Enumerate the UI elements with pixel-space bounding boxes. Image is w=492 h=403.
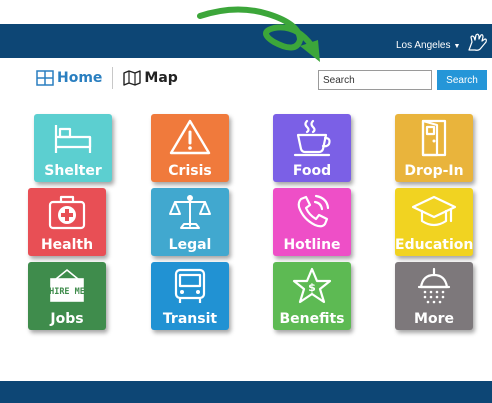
warning-icon [169,119,211,155]
map-icon [123,70,142,86]
graduation-cap-icon [411,195,457,227]
grid-icon [36,70,54,86]
tile-benefits[interactable]: $ Benefits [273,262,351,330]
tile-jobs[interactable]: HIRE ME Jobs [28,262,106,330]
tile-label: Benefits [279,311,345,327]
tile-more[interactable]: More [395,262,473,330]
star-dollar-icon: $ [292,267,332,304]
phone-icon [297,194,330,228]
hire-me-sign-icon: HIRE ME [49,268,85,302]
tile-label: Shelter [44,163,102,179]
tile-crisis[interactable]: Crisis [151,114,229,182]
scales-icon [169,195,211,229]
tile-transit[interactable]: Transit [151,262,229,330]
tile-label: Education [395,237,474,253]
tile-shelter[interactable]: Shelter [34,114,112,182]
hire-me-text: HIRE ME [49,287,85,297]
search-button[interactable]: Search [437,70,487,90]
tile-label: Crisis [168,163,212,179]
nav-divider [112,67,114,89]
tile-hotline[interactable]: Hotline [273,188,351,256]
footer-bar [0,381,492,403]
tile-education[interactable]: Education [395,188,473,256]
city-selector[interactable]: Los Angeles ▼ [396,40,460,51]
tile-label: Legal [168,237,212,253]
tile-label: Hotline [283,237,341,253]
tile-legal[interactable]: Legal [151,188,229,256]
tile-label: More [414,311,454,327]
tile-label: Drop-In [404,163,464,179]
nav-home-label: Home [57,70,103,86]
coffee-cup-icon [293,119,331,157]
door-icon [421,119,447,157]
city-label: Los Angeles [396,40,451,51]
caret-down-icon: ▼ [453,43,461,50]
medical-kit-icon [48,195,86,230]
main-nav: Home Map [36,67,178,89]
tile-drop-in[interactable]: Drop-In [395,114,473,182]
nav-map[interactable]: Map [123,70,178,86]
tile-food[interactable]: Food [273,114,351,182]
bed-icon [54,125,92,153]
tile-label: Health [40,237,94,253]
search-input[interactable] [318,70,432,90]
shower-icon [417,267,451,304]
svg-text:$: $ [308,281,316,294]
tile-health[interactable]: Health [28,188,106,256]
nav-home[interactable]: Home [36,70,102,86]
bus-icon [174,268,206,303]
nav-map-label: Map [144,70,178,86]
hand-wave-icon[interactable] [466,32,488,52]
tile-label: Transit [162,311,218,327]
tile-label: Food [292,163,332,179]
tile-label: Jobs [50,311,84,327]
